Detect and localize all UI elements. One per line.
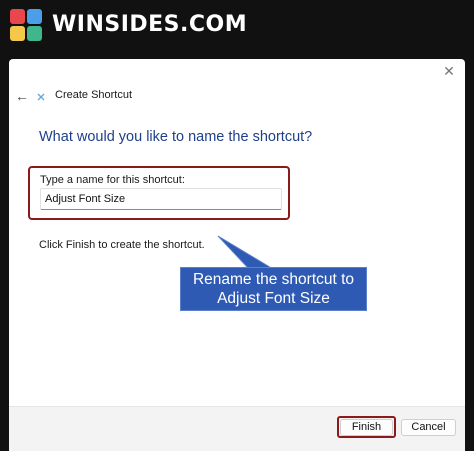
shortcut-wizard-icon [37, 93, 45, 101]
dialog-footer: Finish Cancel [9, 406, 465, 451]
create-shortcut-dialog: ✕ ← Create Shortcut What would you like … [9, 59, 465, 451]
callout-line-2: Adjust Font Size [217, 290, 330, 307]
finish-hint-text: Click Finish to create the shortcut. [39, 239, 205, 251]
close-icon: ✕ [443, 63, 455, 79]
dialog-title: Create Shortcut [55, 89, 133, 101]
callout-line-1: Rename the shortcut to [192, 271, 355, 288]
cancel-button[interactable]: Cancel [401, 419, 456, 436]
finish-button[interactable]: Finish [340, 419, 393, 436]
back-button[interactable]: ← [13, 87, 31, 105]
callout-pointer [217, 235, 275, 270]
brand-name: WINSIDES.COM [52, 12, 248, 37]
back-arrow-icon: ← [15, 88, 29, 104]
brand-header: WINSIDES.COM [0, 0, 474, 56]
page-heading: What would you like to name the shortcut… [39, 129, 313, 145]
rename-callout: Rename the shortcut to Adjust Font Size [180, 267, 367, 311]
winsides-logo [10, 9, 44, 43]
shortcut-name-label: Type a name for this shortcut: [40, 174, 185, 186]
shortcut-name-input[interactable] [40, 188, 282, 210]
close-button[interactable]: ✕ [439, 61, 459, 81]
